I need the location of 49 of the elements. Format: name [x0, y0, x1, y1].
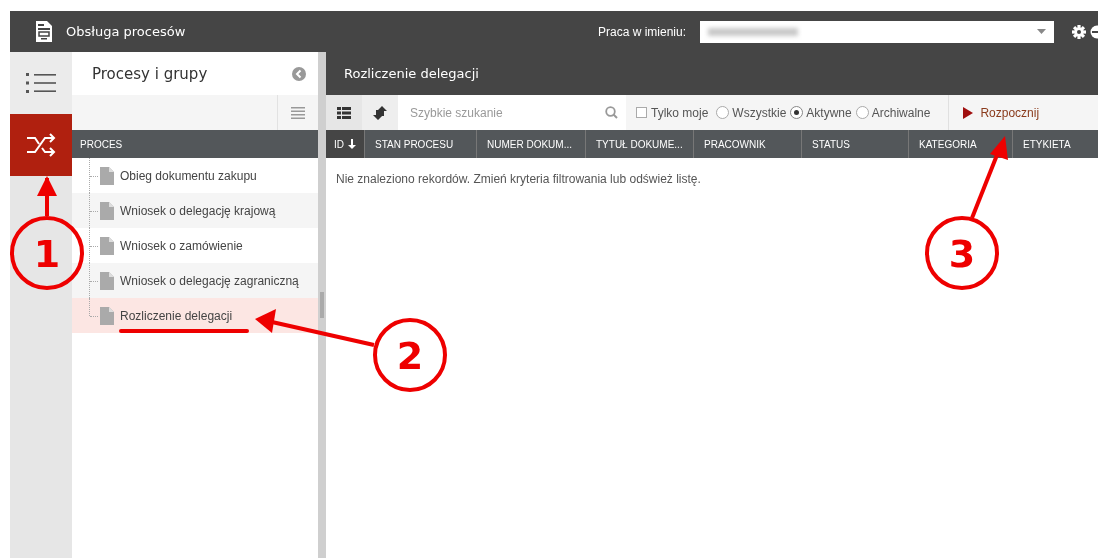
process-item[interactable]: Wniosek o delegację krajową: [72, 193, 318, 228]
column-header[interactable]: ID: [326, 130, 364, 158]
form-document-icon: [36, 21, 52, 42]
list-icon: [337, 106, 351, 119]
column-header: PROCES: [72, 130, 318, 158]
list-view-button[interactable]: [10, 52, 72, 114]
column-header[interactable]: TYTUŁ DOKUME...: [585, 130, 693, 158]
radio-label: Wszystkie: [732, 105, 787, 120]
checkbox[interactable]: [636, 107, 647, 118]
splitter-handle[interactable]: [320, 292, 324, 318]
view-title: Rozliczenie delegacji: [344, 66, 479, 81]
sort-down-icon: [348, 139, 356, 149]
process-item[interactable]: Wniosek o delegację zagraniczną: [72, 263, 318, 298]
radio-button[interactable]: [716, 106, 730, 119]
caret-icon: [1037, 29, 1046, 34]
settings-icon[interactable]: [1072, 24, 1086, 39]
shuffle-icon: [25, 131, 57, 159]
grid-view-button[interactable]: [326, 95, 362, 130]
panel-title: Procesy i grupy: [92, 64, 209, 83]
app-title: Obsługa procesów: [66, 24, 186, 39]
collapse-icon[interactable]: [292, 66, 306, 81]
radio-label: Archiwalne: [871, 105, 931, 120]
sort-arrows-icon: [373, 105, 387, 120]
list-icon: [26, 72, 56, 94]
checkbox-label: Tylko moje: [651, 105, 709, 120]
numbered-callout: 2: [255, 309, 447, 392]
empty-message: Nie znaleziono rekordów. Zmień kryteria filtrowania lub odśwież listę.: [335, 171, 702, 188]
column-header[interactable]: STATUS: [801, 130, 908, 158]
numbered-callout: 1: [10, 176, 84, 290]
on-behalf-select[interactable]: [700, 20, 1054, 43]
column-header[interactable]: PRACOWNIK: [693, 130, 801, 158]
menu-icon: [291, 106, 305, 119]
column-header[interactable]: STAN PROCESU: [364, 130, 476, 158]
process-button[interactable]: [10, 114, 72, 176]
column-header[interactable]: NUMER DOKUM...: [476, 130, 585, 158]
document-icon: [100, 236, 114, 255]
column-header[interactable]: ETYKIETA: [1012, 130, 1098, 158]
radio-button[interactable]: [855, 106, 869, 119]
on-behalf-label: Praca w imieniu:: [597, 24, 686, 39]
document-icon: [100, 271, 114, 290]
play-icon: [963, 106, 974, 119]
document-icon: [100, 306, 114, 325]
search-field[interactable]: Szybkie szukanie: [398, 95, 626, 130]
document-icon: [100, 166, 114, 185]
radio-label: Aktywne: [806, 105, 852, 120]
search-icon: [605, 106, 618, 119]
document-icon: [100, 201, 114, 220]
sort-button[interactable]: [362, 95, 398, 130]
radio-button[interactable]: [790, 106, 804, 119]
